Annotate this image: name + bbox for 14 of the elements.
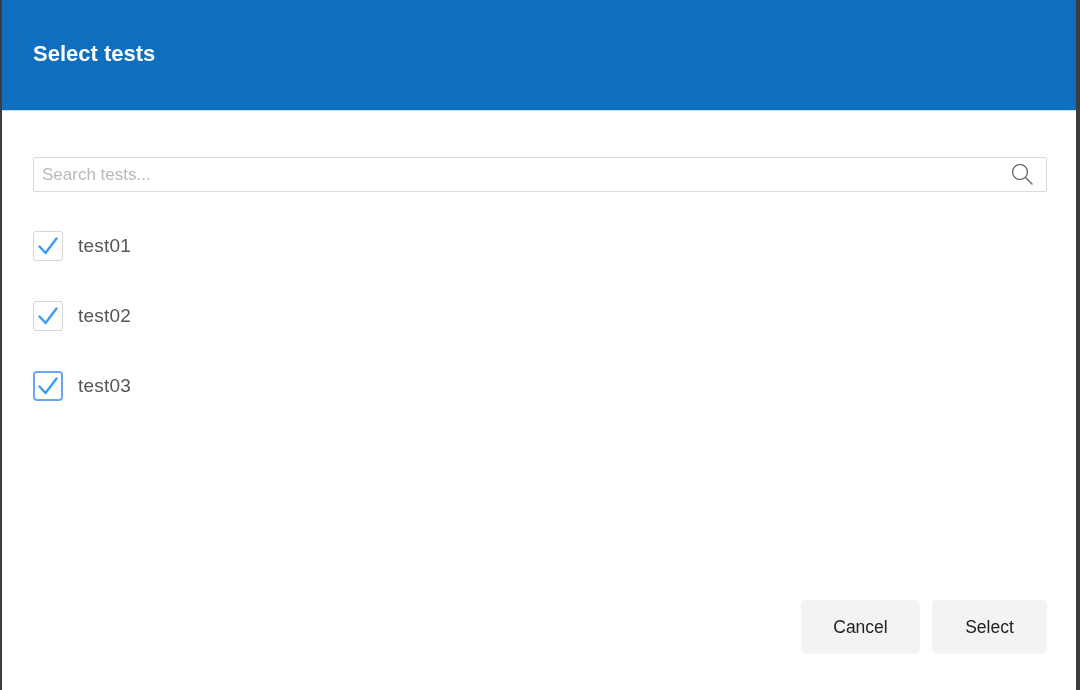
- checkbox[interactable]: [33, 230, 63, 261]
- checkbox[interactable]: [33, 370, 63, 401]
- check-icon: [38, 306, 58, 325]
- cancel-button[interactable]: Cancel: [801, 600, 920, 654]
- test-label: test01: [78, 234, 131, 257]
- check-icon: [38, 376, 58, 395]
- search-field[interactable]: Search tests...: [33, 157, 1047, 192]
- checkbox[interactable]: [33, 300, 63, 331]
- dialog-title: Select tests: [33, 41, 156, 67]
- select-button[interactable]: Select: [932, 600, 1047, 654]
- check-icon: [38, 236, 58, 255]
- search-icon: [1011, 163, 1033, 185]
- test-label: test03: [78, 374, 131, 397]
- test-label: test02: [78, 304, 131, 327]
